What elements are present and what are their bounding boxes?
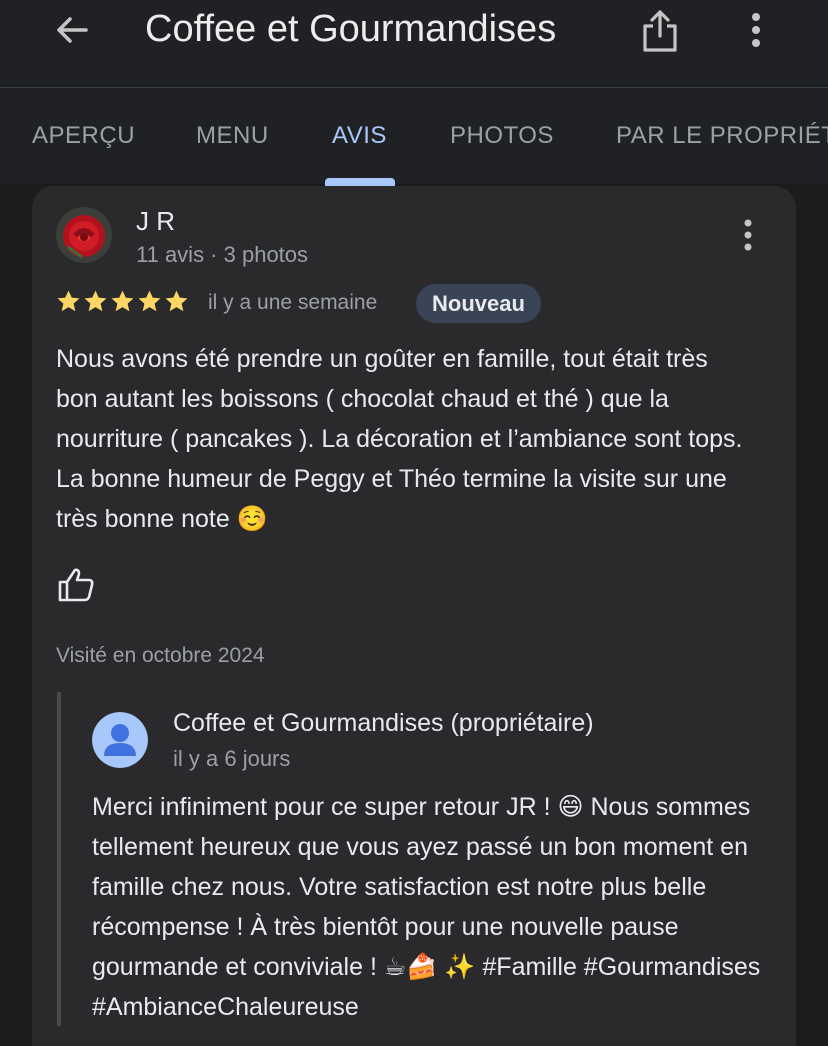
owner-reply-date: il y a 6 jours <box>173 746 291 771</box>
active-tab-indicator <box>325 178 395 186</box>
more-vertical-icon <box>744 219 752 251</box>
tab-avis[interactable]: AVIS <box>332 122 387 150</box>
review-more-button[interactable] <box>735 215 761 255</box>
owner-avatar <box>92 712 148 768</box>
tab-bar: APERÇU MENU AVIS PHOTOS PAR LE PROPRIÉTA <box>0 88 828 184</box>
back-button[interactable] <box>52 10 92 50</box>
share-button[interactable] <box>640 6 680 56</box>
owner-name: Coffee et Gourmandises (propriétaire) <box>173 709 594 737</box>
new-badge: Nouveau <box>416 284 541 323</box>
star-rating <box>56 289 189 317</box>
person-icon <box>92 712 148 768</box>
like-button[interactable] <box>56 565 96 605</box>
star-icon <box>138 290 161 312</box>
tab-par-le-proprietaire[interactable]: PAR LE PROPRIÉTA <box>616 122 828 150</box>
owner-reply-text: Merci infiniment pour ce super retour JR… <box>92 793 761 1021</box>
reviewer-meta: 11 avis · 3 photos <box>136 242 309 267</box>
share-icon <box>643 10 677 52</box>
arrow-left-icon <box>57 17 88 43</box>
more-vertical-icon <box>752 13 760 47</box>
app-header: Coffee et Gourmandises <box>0 0 828 88</box>
visit-date: Visité en octobre 2024 <box>56 644 265 667</box>
review-date: il y a une semaine <box>208 291 378 314</box>
tab-apercu[interactable]: APERÇU <box>32 122 135 150</box>
star-icon <box>111 290 134 312</box>
star-icon <box>165 290 188 312</box>
reviewer-name[interactable]: J R <box>136 206 175 237</box>
more-options-button[interactable] <box>740 10 772 50</box>
reviewer-avatar[interactable] <box>56 207 112 263</box>
tab-menu[interactable]: MENU <box>196 122 269 150</box>
thumbs-up-icon <box>58 568 94 602</box>
star-icon <box>57 290 80 312</box>
review-text: Nous avons été prendre un goûter en fami… <box>56 345 743 533</box>
rose-avatar-image <box>56 207 112 263</box>
page-title: Coffee et Gourmandises <box>145 8 557 50</box>
tab-photos[interactable]: PHOTOS <box>450 122 554 150</box>
star-icon <box>84 290 107 312</box>
reply-divider <box>57 692 61 1026</box>
